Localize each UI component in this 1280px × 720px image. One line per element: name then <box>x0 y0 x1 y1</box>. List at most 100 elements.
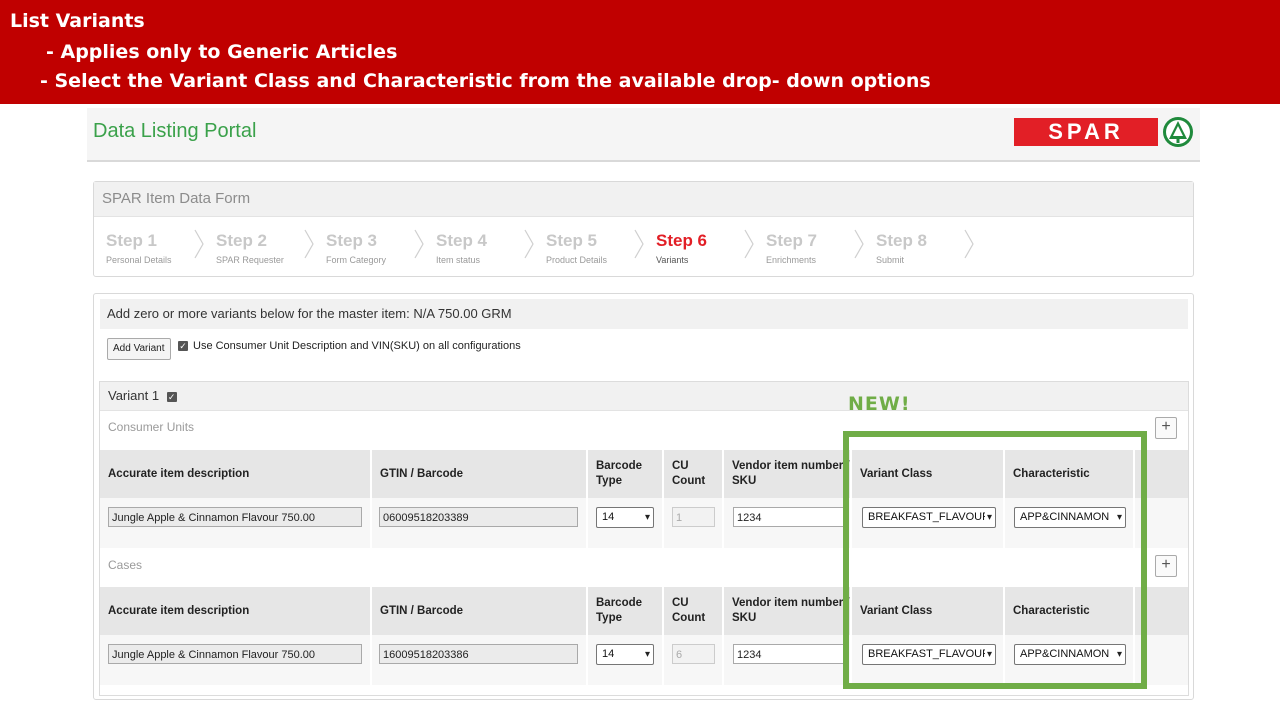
column-header: Vendor item number / SKU <box>724 587 852 635</box>
description-cell: Jungle Apple & Cinnamon Flavour 750.00 <box>100 635 372 685</box>
step-subtitle: Item status <box>436 255 481 265</box>
variant-class-value: BREAKFAST_FLAVOUR <box>868 511 991 523</box>
variant-class-cell: BREAKFAST_FLAVOUR ▾ <box>852 635 1005 685</box>
variant-class-value: BREAKFAST_FLAVOUR <box>868 648 991 660</box>
step-subtitle: Enrichments <box>766 255 817 265</box>
cu-count-cell: 1 <box>664 498 724 548</box>
characteristic-select[interactable]: APP&CINNAMON ▾ <box>1014 507 1126 528</box>
step-2[interactable]: Step 2 SPAR Requester <box>204 217 314 275</box>
consumer-units-header-row: Accurate item description GTIN / Barcode… <box>100 450 1188 498</box>
step-title: Step 1 <box>106 231 158 250</box>
gtin-input[interactable]: 06009518203389 <box>379 507 578 527</box>
variant-class-cell: BREAKFAST_FLAVOUR ▾ <box>852 498 1005 548</box>
characteristic-cell: APP&CINNAMON ▾ <box>1005 635 1135 685</box>
portal-title: Data Listing Portal <box>93 120 257 142</box>
chevron-down-icon: ▾ <box>1114 645 1122 664</box>
plus-icon: + <box>1161 556 1171 573</box>
variant-title: Variant 1 <box>108 388 160 403</box>
chevron-right-icon <box>414 229 424 259</box>
barcode-type-value: 14 <box>602 511 615 523</box>
variant-class-select[interactable]: BREAKFAST_FLAVOUR ▾ <box>862 644 996 665</box>
column-header: CU Count <box>664 450 724 498</box>
column-header: GTIN / Barcode <box>372 587 588 635</box>
spar-logo-text: SPAR <box>1014 118 1158 146</box>
column-header: Characteristic <box>1005 450 1135 498</box>
barcode-type-select[interactable]: 14 ▾ <box>596 507 654 528</box>
description-cell: Jungle Apple & Cinnamon Flavour 750.00 <box>100 498 372 548</box>
cu-count-input: 1 <box>672 507 715 527</box>
banner-point-1: - Applies only to Generic Articles <box>46 41 398 63</box>
banner-point-2: - Select the Variant Class and Character… <box>40 70 931 92</box>
step-subtitle: Variants <box>656 255 689 265</box>
master-item-text: Add zero or more variants below for the … <box>100 299 1188 329</box>
barcode-type-select[interactable]: 14 ▾ <box>596 644 654 665</box>
description-input[interactable]: Jungle Apple & Cinnamon Flavour 750.00 <box>108 507 362 527</box>
gtin-input[interactable]: 16009518203386 <box>379 644 578 664</box>
barcode-type-cell: 14 ▾ <box>588 635 664 685</box>
characteristic-select[interactable]: APP&CINNAMON ▾ <box>1014 644 1126 665</box>
column-header: Variant Class <box>852 450 1005 498</box>
gtin-cell: 06009518203389 <box>372 498 588 548</box>
checkbox-checked-icon[interactable]: ✓ <box>178 341 188 352</box>
step-4[interactable]: Step 4 Item status <box>424 217 534 275</box>
step-title: Step 7 <box>766 231 818 250</box>
description-input[interactable]: Jungle Apple & Cinnamon Flavour 750.00 <box>108 644 362 664</box>
column-header: Vendor item number / SKU <box>724 450 852 498</box>
column-header: Accurate item description <box>100 587 372 635</box>
step-title: Step 6 <box>656 231 708 250</box>
chevron-right-icon <box>744 229 754 259</box>
consumer-unit-row: Jungle Apple & Cinnamon Flavour 750.00 0… <box>100 498 1188 548</box>
chevron-down-icon: ▾ <box>642 645 650 664</box>
step-8[interactable]: Step 8 Submit <box>864 217 974 275</box>
step-5[interactable]: Step 5 Product Details <box>534 217 644 275</box>
chevron-down-icon: ▾ <box>1114 508 1122 527</box>
characteristic-cell: APP&CINNAMON ▾ <box>1005 498 1135 548</box>
cases-label: Cases <box>108 558 143 572</box>
step-title: Step 3 <box>326 231 378 250</box>
instruction-banner: List Variants - Applies only to Generic … <box>0 0 1280 104</box>
step-7[interactable]: Step 7 Enrichments <box>754 217 864 275</box>
step-6[interactable]: Step 6 Variants <box>644 217 754 275</box>
column-header: Barcode Type <box>588 587 664 635</box>
step-3[interactable]: Step 3 Form Category <box>314 217 424 275</box>
step-title: Step 5 <box>546 231 598 250</box>
chevron-down-icon: ▾ <box>642 508 650 527</box>
step-subtitle: Submit <box>876 255 905 265</box>
gtin-cell: 16009518203386 <box>372 635 588 685</box>
variant-checkbox[interactable]: ✓ <box>166 391 177 402</box>
vendor-sku-input[interactable]: 1234 <box>733 507 845 527</box>
cu-count-cell: 6 <box>664 635 724 685</box>
column-header: GTIN / Barcode <box>372 450 588 498</box>
chevron-right-icon <box>524 229 534 259</box>
characteristic-value: APP&CINNAMON <box>1020 648 1110 660</box>
spar-tree-icon <box>1163 117 1193 147</box>
vendor-sku-input[interactable]: 1234 <box>733 644 845 664</box>
barcode-type-cell: 14 ▾ <box>588 498 664 548</box>
variant-header: Variant 1 ✓ <box>100 382 1188 411</box>
barcode-type-value: 14 <box>602 648 615 660</box>
add-case-button[interactable]: + <box>1155 555 1177 577</box>
chevron-down-icon: ▾ <box>984 645 992 664</box>
cu-count-input: 6 <box>672 644 715 664</box>
stepper: Step 1 Personal Details Step 2 SPAR Requ… <box>94 217 1193 275</box>
step-subtitle: Product Details <box>546 255 608 265</box>
variant-class-select[interactable]: BREAKFAST_FLAVOUR ▾ <box>862 507 996 528</box>
column-header: CU Count <box>664 587 724 635</box>
banner-title: List Variants <box>10 10 145 32</box>
chevron-right-icon <box>304 229 314 259</box>
use-consumer-unit-option[interactable]: ✓ Use Consumer Unit Description and VIN(S… <box>178 340 521 352</box>
column-header: Accurate item description <box>100 450 372 498</box>
column-header: Variant Class <box>852 587 1005 635</box>
step-1[interactable]: Step 1 Personal Details <box>94 217 204 275</box>
portal-header: Data Listing Portal SPAR <box>87 108 1200 162</box>
add-consumer-unit-button[interactable]: + <box>1155 417 1177 439</box>
step-title: Step 8 <box>876 231 928 250</box>
characteristic-value: APP&CINNAMON <box>1020 511 1110 523</box>
case-row: Jungle Apple & Cinnamon Flavour 750.00 1… <box>100 635 1188 685</box>
chevron-right-icon <box>964 229 974 259</box>
add-variant-button[interactable]: Add Variant <box>107 338 171 360</box>
step-subtitle: Personal Details <box>106 255 172 265</box>
item-data-form: SPAR Item Data Form Step 1 Personal Deta… <box>93 181 1194 277</box>
column-header: Characteristic <box>1005 587 1135 635</box>
vendor-sku-cell: 1234 <box>724 635 852 685</box>
